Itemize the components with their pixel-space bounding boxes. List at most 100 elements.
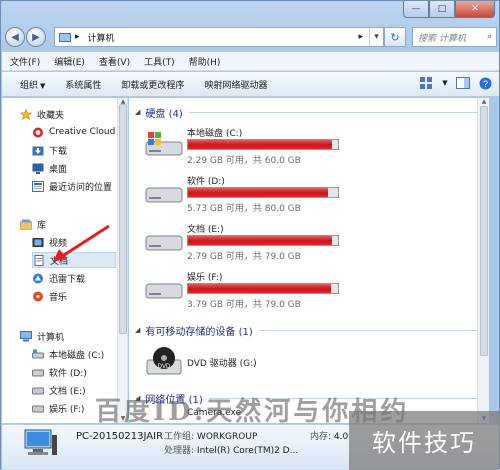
- nav-item-label: 音乐: [49, 292, 68, 303]
- nav-item-label: 本地磁盘 (C:): [49, 350, 105, 361]
- drive-free-space: 2.29 GB 可用，共 60.0 GB: [187, 156, 301, 166]
- nav-computer[interactable]: 计算机: [20, 328, 127, 344]
- close-button[interactable]: ✕: [455, 1, 495, 18]
- nav-item-recent-places[interactable]: 最近访问的位置: [32, 178, 127, 194]
- drive-c-tile[interactable]: 本地磁盘 (C:) 2.29 GB 可用，共 60.0 GB: [141, 124, 471, 166]
- library-icon: [20, 219, 32, 230]
- nav-scrollbar[interactable]: ▲ ▼: [117, 98, 127, 423]
- drive-name: 本地磁盘 (C:): [187, 129, 243, 139]
- drive-f-tile[interactable]: 娱乐 (F:) 3.79 GB 可用，共 79.0 GB: [141, 268, 471, 310]
- maximize-button[interactable]: □: [429, 1, 455, 18]
- xunlei-icon: [32, 273, 44, 284]
- nav-item-label: 迅雷下载: [49, 274, 86, 285]
- search-box[interactable]: 搜索 计算机 ⌕: [412, 27, 497, 47]
- change-view-icon[interactable]: [419, 76, 435, 90]
- content-pane: ◢ 硬盘 (4) 本地磁盘 (C:) 2.29 GB 可用，共 60.0 GB …: [129, 98, 489, 423]
- help-icon[interactable]: ?: [477, 76, 493, 90]
- nav-item-label: 文档 (E:): [49, 386, 86, 397]
- drive-icon: [145, 187, 183, 203]
- scroll-up-icon[interactable]: ▲: [478, 98, 489, 106]
- organize-button[interactable]: 组织 ▼: [20, 78, 45, 91]
- drive-icon: [32, 385, 44, 396]
- map-network-drive-button[interactable]: 映射网络驱动器: [204, 78, 267, 91]
- menu-bar: 文件(F) 编辑(E) 查看(V) 工具(T) 帮助(H): [2, 52, 499, 71]
- refresh-button[interactable]: ↻: [384, 27, 406, 47]
- search-icon[interactable]: ⌕: [487, 32, 492, 42]
- menu-view[interactable]: 查看(V): [99, 55, 130, 68]
- drive-icon: [32, 367, 44, 378]
- content-scrollbar[interactable]: ▲ ▼: [477, 98, 489, 423]
- computer-icon: [20, 330, 32, 342]
- nav-item-label: 最近访问的位置: [49, 182, 113, 193]
- desktop-icon: [32, 163, 44, 174]
- nav-item-drive-c[interactable]: 本地磁盘 (C:): [32, 346, 127, 362]
- dvd-drive-tile[interactable]: DVD DVD 驱动器 (G:): [141, 342, 471, 384]
- breadcrumb-separator[interactable]: ▸: [75, 32, 80, 42]
- nav-scroll-thumb[interactable]: [119, 104, 127, 334]
- nav-item-xunlei-downloads[interactable]: 迅雷下载: [32, 270, 127, 286]
- nav-computer-label: 计算机: [37, 332, 65, 343]
- group-title: 硬盘 (4): [145, 108, 183, 120]
- back-arrow-icon: ◀: [11, 31, 19, 43]
- drive-name: 娱乐 (F:): [187, 273, 223, 283]
- view-controls: ▼ ?: [413, 76, 493, 90]
- nav-favorites-label: 收藏夹: [37, 110, 65, 121]
- music-icon: [32, 291, 44, 302]
- hard-disks-group-header[interactable]: ◢ 硬盘 (4): [135, 104, 485, 120]
- uninstall-program-button[interactable]: 卸载或更改程序: [121, 78, 184, 91]
- nav-item-music[interactable]: 音乐: [32, 288, 127, 304]
- nav-item-drive-d[interactable]: 软件 (D:): [32, 364, 127, 380]
- downloads-folder-icon: [32, 145, 44, 156]
- organize-label: 组织: [20, 80, 39, 91]
- nav-libraries-label: 库: [37, 220, 47, 231]
- back-button[interactable]: ◀: [5, 27, 25, 47]
- system-properties-button[interactable]: 系统属性: [65, 78, 101, 91]
- memory-label: 内存:: [310, 432, 332, 442]
- address-dropdown-icon[interactable]: ▾: [369, 28, 383, 46]
- drive-icon: [145, 283, 183, 299]
- drive-name: 文档 (E:): [187, 225, 224, 235]
- menu-tools[interactable]: 工具(T): [144, 55, 175, 68]
- processor-info: 处理器: Intel(R) Core(TM)2 D...: [164, 443, 298, 456]
- nav-item-creative-cloud[interactable]: Creative Cloud: [32, 124, 127, 140]
- removable-group-header[interactable]: ◢ 有可移动存储的设备 (1): [135, 322, 485, 338]
- menu-edit[interactable]: 编辑(E): [54, 55, 85, 68]
- collapse-triangle-icon: ◢: [135, 326, 141, 334]
- command-bar: 组织 ▼ 系统属性 卸载或更改程序 映射网络驱动器 ▼ ?: [2, 72, 499, 97]
- system-drive-icon: [32, 349, 44, 360]
- search-placeholder: 搜索 计算机: [418, 33, 466, 44]
- computer-icon: [59, 32, 71, 42]
- view-options-chevron-icon[interactable]: ▼: [441, 76, 449, 90]
- preview-pane-icon[interactable]: [455, 76, 471, 90]
- svg-text:?: ?: [482, 79, 487, 89]
- address-row: ◀ ▶ ▸ 计算机 ▸ ▾ ↻ 搜索 计算机 ⌕: [5, 25, 497, 49]
- drive-icon: [145, 235, 183, 251]
- forward-button[interactable]: ▶: [26, 27, 46, 47]
- collapse-triangle-icon: ◢: [135, 108, 141, 116]
- drive-d-tile[interactable]: 软件 (D:) 5.73 GB 可用，共 80.0 GB: [141, 172, 471, 214]
- nav-favorites[interactable]: 收藏夹: [20, 106, 127, 122]
- chevron-down-icon: ▼: [40, 81, 46, 90]
- breadcrumb-computer[interactable]: 计算机: [88, 31, 359, 44]
- nav-item-label: 软件 (D:): [49, 368, 87, 379]
- drive-free-space: 2.79 GB 可用，共 79.0 GB: [187, 252, 301, 262]
- dvd-drive-icon: DVD: [146, 347, 182, 375]
- breadcrumb-arrow[interactable]: ▸: [358, 32, 363, 42]
- menu-file[interactable]: 文件(F): [10, 55, 40, 68]
- drive-icon: [32, 403, 44, 414]
- nav-item-label: 下载: [49, 146, 68, 157]
- star-icon: [20, 107, 33, 120]
- drive-usage-bar: [187, 235, 339, 246]
- nav-item-desktop[interactable]: 桌面: [32, 160, 127, 176]
- system-drive-icon: [145, 132, 183, 156]
- address-bar[interactable]: ▸ 计算机 ▸ ▾: [54, 27, 384, 47]
- content-scroll-thumb[interactable]: [480, 106, 488, 356]
- menu-help[interactable]: 帮助(H): [189, 55, 221, 68]
- drive-name: DVD 驱动器 (G:): [187, 359, 257, 369]
- nav-item-downloads[interactable]: 下载: [32, 142, 127, 158]
- drive-e-tile[interactable]: 文档 (E:) 2.79 GB 可用，共 79.0 GB: [141, 220, 471, 262]
- workgroup-value: WORKGROUP: [196, 432, 258, 442]
- minimize-button[interactable]: —: [403, 1, 429, 18]
- refresh-icon: ↻: [390, 30, 400, 44]
- forward-arrow-icon: ▶: [32, 31, 40, 43]
